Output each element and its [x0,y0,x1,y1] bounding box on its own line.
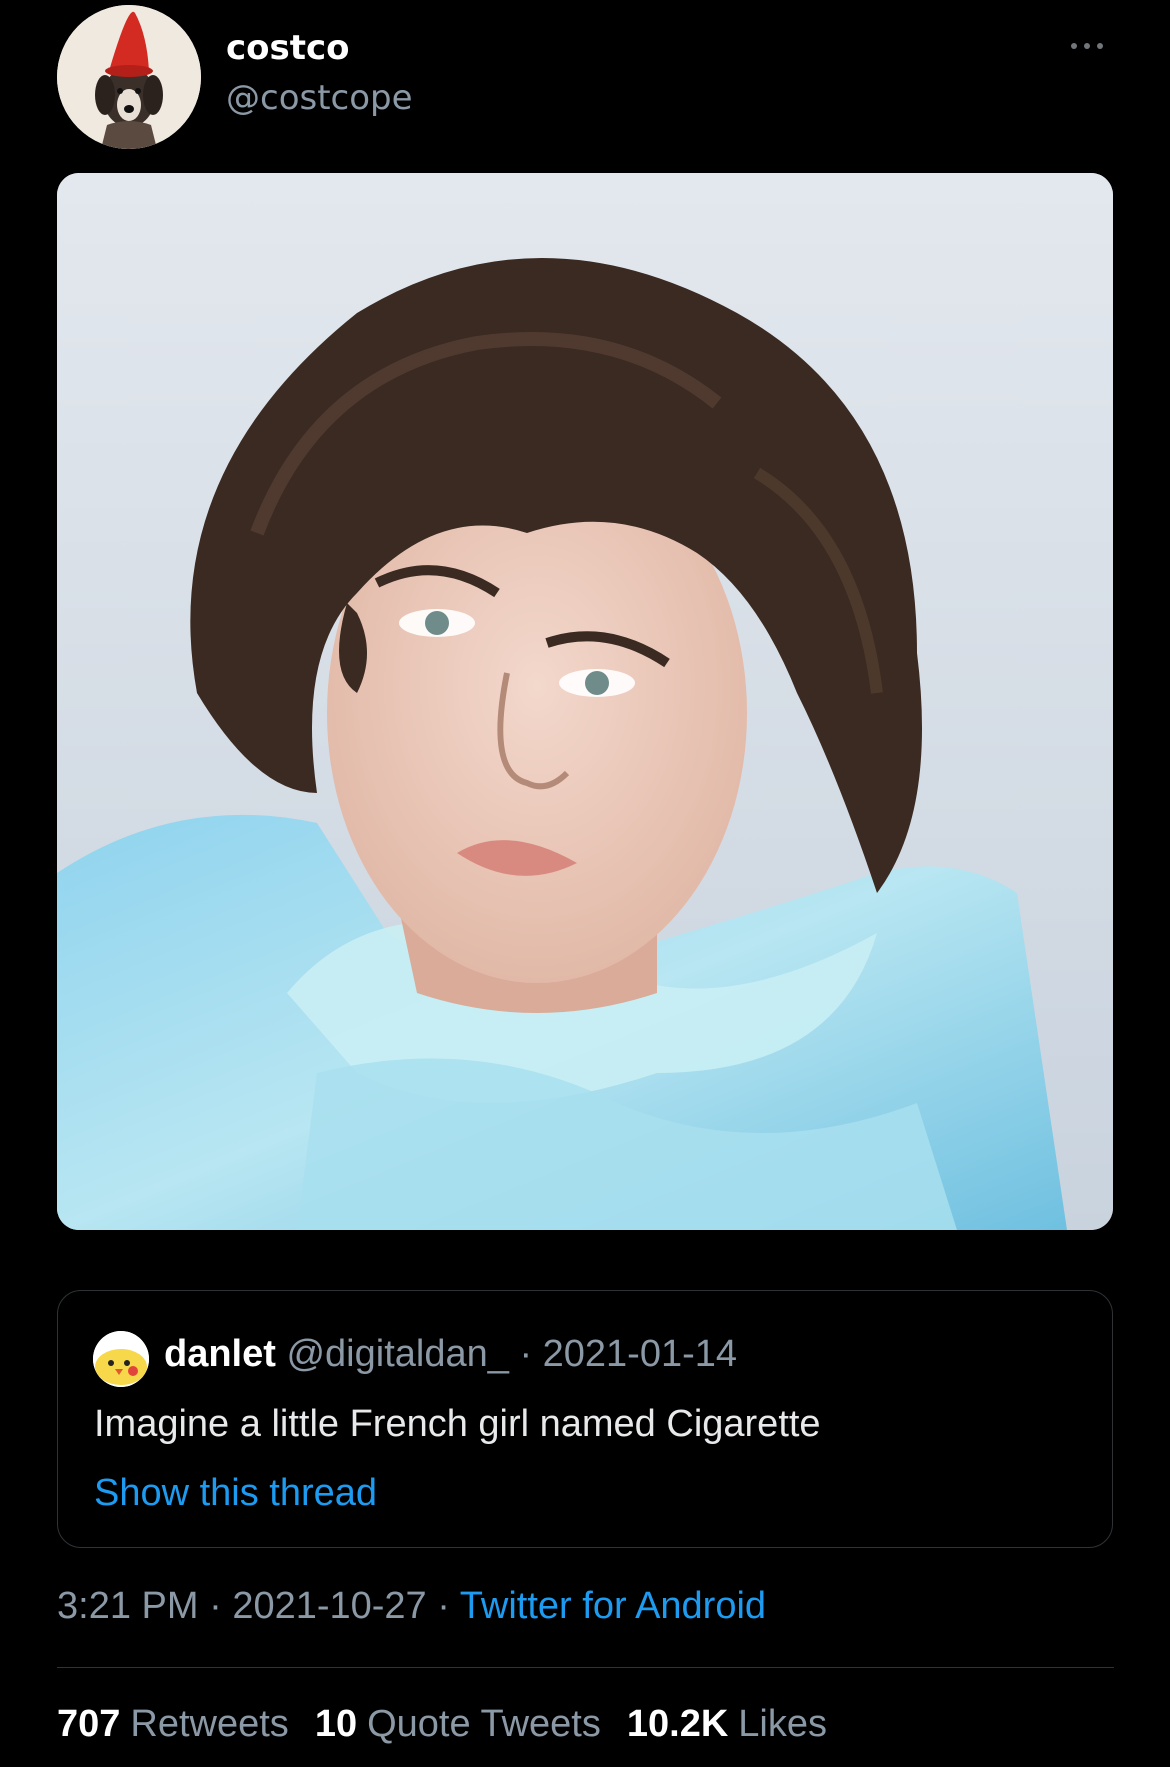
retweets-label: Retweets [130,1703,289,1745]
quoted-tweet-date: · 2021-01-14 [519,1333,738,1375]
tweet-date[interactable]: 2021-10-27 [232,1585,426,1627]
quote-tweets-stat[interactable]: 10 Quote Tweets [315,1703,601,1746]
tweet-stats: 707 Retweets 10 Quote Tweets 10.2K Likes [57,1703,827,1746]
divider [57,1667,1114,1668]
quote-tweets-count: 10 [314,1703,358,1745]
tweet-source-link[interactable]: Twitter for Android [460,1585,766,1627]
quoted-tweet-header: danlet @digitaldan_ · 2021-01-14 [164,1333,737,1376]
more-options-icon[interactable] [1064,34,1110,58]
likes-label: Likes [738,1703,827,1745]
quoted-author-name[interactable]: danlet [164,1333,276,1375]
author-display-name[interactable]: costco [226,28,350,68]
dog-with-red-hat-avatar-icon [57,5,201,149]
separator: · [426,1585,460,1627]
dot [1084,43,1090,49]
separator: · [198,1585,233,1627]
portrait-photo [57,173,1113,1230]
tweet-meta: 3:21 PM · 2021-10-27 · Twitter for Andro… [57,1585,766,1628]
author-handle[interactable]: @costcope [226,78,413,118]
retweets-count: 707 [57,1703,121,1745]
tweet-time[interactable]: 3:21 PM [57,1585,199,1627]
quoted-author-avatar[interactable] [93,1331,149,1387]
quoted-tweet-text: Imagine a little French girl named Cigar… [94,1403,821,1445]
likes-stat[interactable]: 10.2K Likes [627,1703,827,1746]
quoted-author-handle[interactable]: @digitaldan_ [286,1333,508,1375]
quoted-tweet-card[interactable]: danlet @digitaldan_ · 2021-01-14 Imagine… [57,1290,1113,1548]
retweets-stat[interactable]: 707 Retweets [57,1703,289,1746]
author-avatar[interactable] [57,5,201,149]
likes-count: 10.2K [626,1703,729,1745]
dot [1071,43,1077,49]
quote-tweets-label: Quote Tweets [367,1703,601,1745]
dot [1097,43,1103,49]
chick-avatar-icon [93,1331,149,1387]
show-thread-link[interactable]: Show this thread [94,1472,377,1515]
tweet-media-photo[interactable] [57,173,1113,1230]
